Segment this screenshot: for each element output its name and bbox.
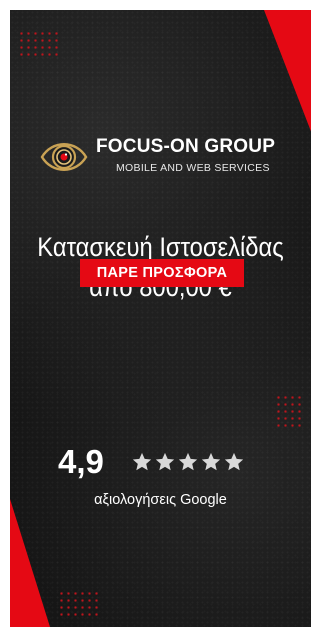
star-icon: [224, 452, 244, 471]
star-icon: [132, 452, 152, 471]
brand-logo: FOCUS-ON GROUP MOBILE AND WEB SERVICES: [40, 132, 290, 182]
dot-pattern-top-left: [18, 30, 60, 56]
star-icon: [155, 452, 175, 471]
rating-score: 4,9: [58, 443, 104, 480]
rating-stars: [131, 451, 246, 473]
eye-lens-logo-icon: [40, 143, 88, 171]
dot-pattern-bottom-left: [58, 590, 100, 616]
brand-tagline: MOBILE AND WEB SERVICES: [116, 162, 270, 174]
star-icon: [201, 452, 221, 471]
red-corner-shape-bottom: [10, 499, 50, 627]
google-reviews-label: αξιολογήσεις Google: [94, 492, 227, 508]
red-corner-shape-top: [264, 10, 311, 134]
dot-pattern-right: [275, 394, 303, 430]
star-icon: [178, 452, 198, 471]
get-offer-button[interactable]: ΠΑΡΕ ΠΡΟΣΦΟΡΑ: [80, 259, 244, 287]
brand-name: FOCUS-ON GROUP: [96, 136, 276, 157]
promo-banner[interactable]: FOCUS-ON GROUP MOBILE AND WEB SERVICES Κ…: [10, 10, 311, 627]
